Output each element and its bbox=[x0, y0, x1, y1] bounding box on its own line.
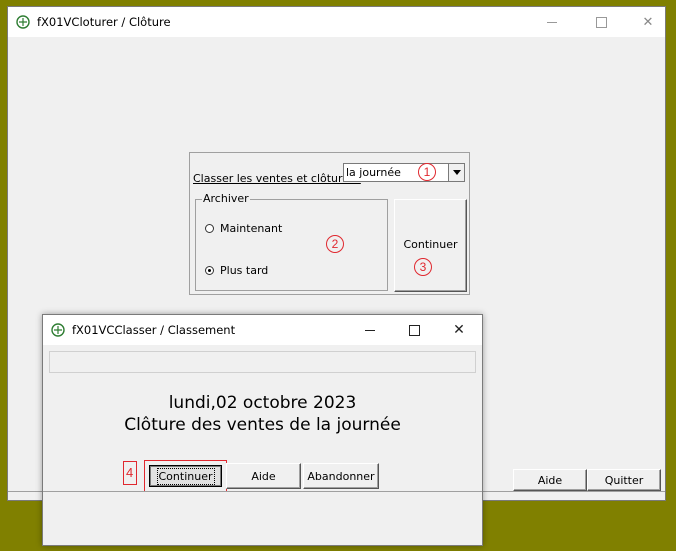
dialog-window: fX01VCClasser / Classement ✕ lundi,02 oc… bbox=[42, 314, 483, 546]
minimize-button[interactable] bbox=[530, 7, 574, 37]
quit-button-label: Quitter bbox=[604, 473, 644, 487]
radio-now-indicator bbox=[205, 224, 214, 233]
minimize-icon bbox=[547, 21, 557, 23]
classer-label: Classer les ventes et clôturer : bbox=[193, 172, 361, 185]
minimize-icon bbox=[365, 329, 375, 331]
period-dropdown-button[interactable] bbox=[448, 164, 464, 181]
dialog-help-button[interactable]: Aide bbox=[226, 463, 301, 489]
radio-now[interactable]: Maintenant bbox=[204, 221, 324, 237]
dialog-close-button[interactable]: ✕ bbox=[437, 315, 481, 345]
dialog-continue-button[interactable]: Continuer bbox=[149, 465, 222, 487]
dialog-title-bar[interactable]: fX01VCClasser / Classement ✕ bbox=[43, 315, 482, 345]
annotation-1: 1 bbox=[418, 163, 436, 181]
maximize-button[interactable] bbox=[579, 7, 623, 37]
maximize-icon bbox=[595, 16, 607, 28]
period-select-value: la journée bbox=[346, 166, 401, 179]
dialog-minimize-button[interactable] bbox=[348, 315, 392, 345]
dialog-date: lundi,02 octobre 2023 bbox=[168, 393, 357, 413]
annotation-4: 4 bbox=[123, 461, 137, 485]
radio-later[interactable]: Plus tard bbox=[204, 263, 324, 279]
radio-later-indicator bbox=[205, 266, 214, 275]
close-icon: ✕ bbox=[642, 14, 654, 30]
main-help-label: Aide bbox=[537, 473, 563, 487]
dialog-top-strip bbox=[49, 351, 476, 373]
close-icon: ✕ bbox=[453, 322, 465, 338]
abort-button-label: Abandonner bbox=[307, 469, 375, 483]
abort-button[interactable]: Abandonner bbox=[303, 463, 379, 489]
radio-later-label: Plus tard bbox=[220, 264, 269, 277]
annotation-2: 2 bbox=[326, 235, 344, 253]
annotation-3: 3 bbox=[414, 258, 432, 276]
archive-legend: Archiver bbox=[202, 192, 250, 205]
archive-group: Archiver Maintenant Plus tard bbox=[195, 192, 388, 291]
close-button[interactable]: ✕ bbox=[626, 7, 670, 37]
chevron-down-icon bbox=[453, 170, 461, 175]
continue-button-label: Continuer bbox=[403, 238, 458, 251]
dialog-continue-label: Continuer bbox=[156, 467, 215, 485]
dialog-message: Clôture des ventes de la journée bbox=[124, 415, 401, 435]
continue-button[interactable]: Continuer bbox=[394, 199, 467, 292]
dialog-bottom-separator bbox=[43, 491, 482, 492]
radio-now-label: Maintenant bbox=[220, 222, 283, 235]
quit-button[interactable]: Quitter bbox=[587, 469, 661, 491]
main-help-button[interactable]: Aide bbox=[513, 469, 587, 491]
maximize-icon bbox=[408, 324, 420, 336]
dialog-title: fX01VCClasser / Classement bbox=[72, 323, 236, 337]
app-icon bbox=[16, 15, 30, 29]
main-window-title: fX01VCloturer / Clôture bbox=[37, 15, 171, 29]
dialog-maximize-button[interactable] bbox=[392, 315, 436, 345]
dialog-app-icon bbox=[51, 323, 65, 337]
dialog-help-label: Aide bbox=[251, 469, 276, 483]
period-select[interactable]: la journée bbox=[343, 163, 465, 182]
main-title-bar[interactable]: fX01VCloturer / Clôture ✕ bbox=[8, 7, 665, 37]
